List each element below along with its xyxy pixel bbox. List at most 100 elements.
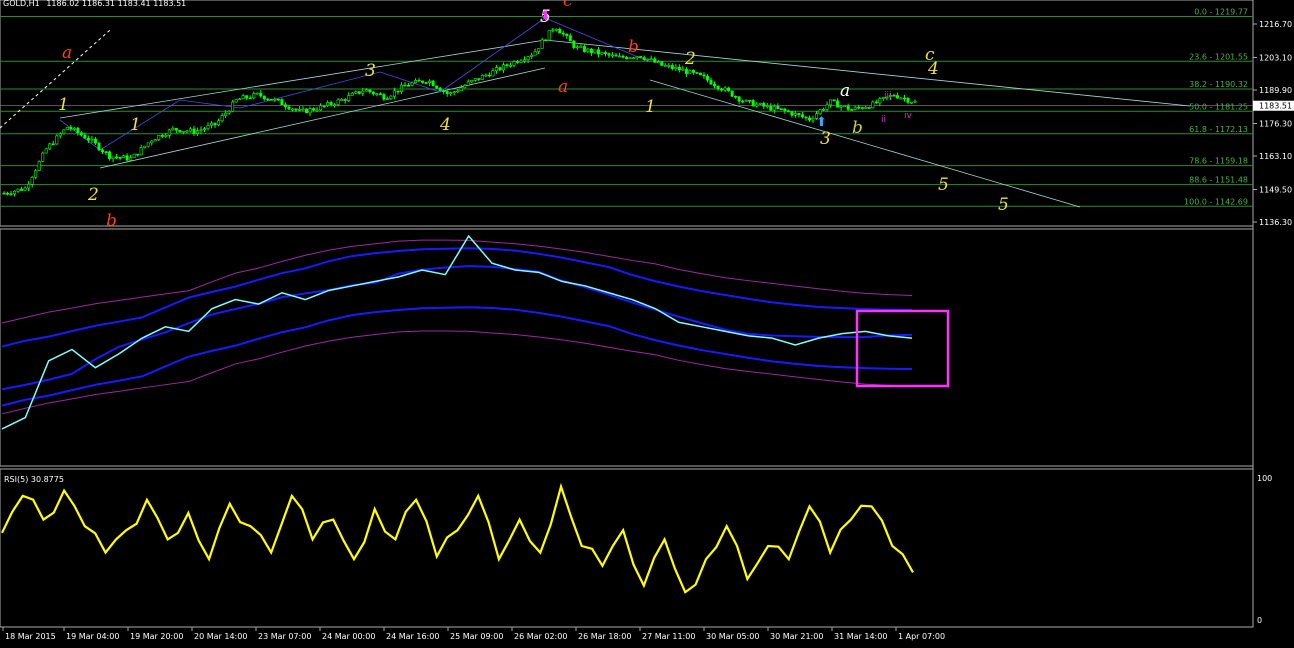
- candle-body: [406, 85, 410, 87]
- candle-body: [498, 67, 502, 71]
- candle-body: [312, 108, 316, 111]
- candle-body: [442, 90, 446, 92]
- candle-body: [466, 81, 470, 86]
- time-tick-label: 30 Mar 21:00: [770, 632, 823, 641]
- candle-body: [220, 115, 224, 122]
- candle-body: [23, 187, 27, 191]
- candle-body: [906, 98, 910, 103]
- candle-body: [93, 138, 97, 144]
- wave-label: c: [563, 0, 573, 11]
- candle-body: [396, 90, 400, 93]
- wave-label: 1: [58, 95, 69, 115]
- current-price-label: 1183.51: [1259, 102, 1292, 111]
- candle-body: [618, 55, 622, 58]
- candle-body: [245, 95, 249, 99]
- rsi-line[interactable]: [1, 482, 914, 594]
- candle-body: [691, 69, 695, 73]
- candle-body: [628, 57, 632, 60]
- candle-body: [586, 48, 590, 52]
- fib-retracement[interactable]: 0.0 - 1219.77 23.6 - 1201.55 38.2 - 1190.3…: [0, 7, 1253, 207]
- candle-body: [530, 54, 534, 58]
- price-tick-label: 1216.70: [1259, 20, 1292, 29]
- candle-body: [575, 46, 579, 49]
- down-channel-upper[interactable]: [544, 39, 1191, 107]
- candle-body: [695, 72, 699, 74]
- time-tick-label: 25 Mar 09:00: [450, 632, 503, 641]
- candle-body: [139, 147, 143, 156]
- candle-body: [850, 109, 854, 111]
- chart-canvas[interactable]: 0.0 - 1219.77 23.6 - 1201.55 38.2 - 1190.3…: [0, 0, 1294, 644]
- candle-body: [55, 135, 59, 145]
- candle-body: [807, 117, 811, 121]
- candle-body: [428, 80, 432, 83]
- candle-body: [16, 188, 20, 192]
- candle-body: [572, 40, 576, 48]
- rsi-panel[interactable]: [0, 468, 1254, 628]
- candle-body: [213, 122, 217, 126]
- candle-body: [424, 82, 428, 84]
- candle-body: [730, 90, 734, 97]
- candle-body: [231, 101, 235, 112]
- candle-body: [185, 130, 189, 133]
- candle-body: [115, 156, 119, 159]
- candle-body: [551, 29, 555, 32]
- candle-body: [241, 95, 245, 100]
- price-tick-label: 1203.10: [1259, 53, 1292, 62]
- candle-body: [519, 60, 523, 63]
- candle-body: [547, 29, 551, 41]
- fib-label: 50.0 - 1181.25: [1189, 102, 1248, 111]
- candle-body: [698, 72, 702, 76]
- highlight-box[interactable]: [855, 309, 950, 388]
- envelope-upper: [1, 239, 913, 324]
- candle-body: [509, 65, 513, 67]
- candle-body: [160, 135, 164, 137]
- candle-body: [871, 101, 875, 109]
- candle-body: [167, 129, 171, 136]
- wave-label: 3: [820, 129, 831, 149]
- candle-body: [491, 70, 495, 77]
- candle-body: [118, 156, 122, 159]
- price-panel[interactable]: [0, 0, 1254, 227]
- trend-lines[interactable]: [0, 17, 1191, 208]
- candle-body: [874, 101, 878, 104]
- time-tick-label: 20 Mar 14:00: [194, 632, 247, 641]
- time-tick-label: 24 Mar 00:00: [322, 632, 375, 641]
- indicator-panel[interactable]: [0, 228, 1254, 467]
- candle-body: [333, 104, 337, 106]
- candle-body: [857, 106, 861, 109]
- fib-label: 88.6 - 1151.48: [1189, 176, 1248, 185]
- candle-body: [238, 98, 242, 101]
- channel-lower[interactable]: [99, 67, 546, 169]
- time-tick-label: 27 Mar 11:00: [642, 632, 695, 641]
- candle-body: [776, 106, 780, 109]
- envelope-lower: [1, 330, 913, 415]
- fib-label: 38.2 - 1190.32: [1189, 80, 1248, 89]
- candle-body: [727, 87, 731, 92]
- price-axis: 1216.70 1203.10 1189.90 1176.30 1163.10 1149.…: [1253, 20, 1294, 227]
- wave-label: a: [840, 81, 850, 101]
- candle-body: [153, 139, 157, 142]
- candle-body: [804, 116, 808, 119]
- candle-body: [702, 74, 706, 77]
- symbol-label: GOLD,H1: [3, 0, 40, 8]
- candle-body: [322, 105, 326, 108]
- dashed-trendline[interactable]: [0, 29, 111, 129]
- candle-body: [435, 85, 439, 89]
- candle-body: [755, 103, 759, 107]
- candlestick-series[interactable]: [2, 27, 917, 197]
- bollinger-indicator[interactable]: [1, 234, 913, 430]
- candle-body: [632, 57, 636, 60]
- candle-body: [603, 52, 607, 54]
- candle-body: [653, 58, 657, 63]
- candle-body: [150, 140, 154, 144]
- down-channel-lower[interactable]: [649, 79, 1081, 208]
- wave-label: 2: [684, 49, 696, 69]
- candle-body: [589, 48, 593, 54]
- candle-body: [248, 97, 252, 100]
- candle-body: [343, 99, 347, 101]
- candle-body: [449, 92, 453, 95]
- candle-body: [716, 85, 720, 90]
- candle-body: [561, 32, 565, 35]
- time-axis: 18 Mar 2015 19 Mar 04:00 19 Mar 20:00 20 Ma…: [2, 627, 945, 641]
- candle-body: [843, 105, 847, 107]
